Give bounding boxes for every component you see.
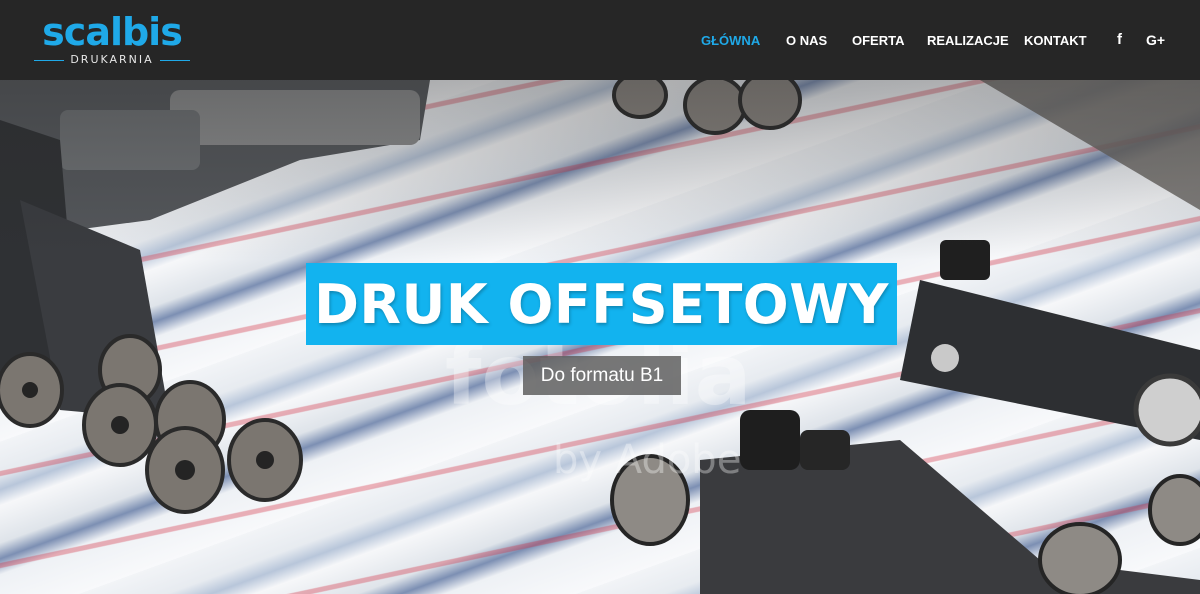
tagline-divider-right [159, 59, 191, 61]
hero-subheadline-box: Do formatu B1 [523, 356, 681, 395]
hero-subheadline: Do formatu B1 [540, 364, 664, 386]
nav-item-kontakt[interactable]: KONTAKT [1024, 33, 1087, 49]
nav-item-oferta[interactable]: OFERTA [852, 33, 904, 49]
hero-banner: fotolia by Adobe DRUK OFFSETOWY Do forma… [0, 80, 1200, 594]
tagline-divider-left [34, 59, 65, 61]
hero-headline: DRUK OFFSETOWY [314, 272, 889, 336]
nav-item-realizacje[interactable]: REALIZACJE [927, 33, 1009, 49]
brand-logo[interactable]: scalbis DRUKARNIA [34, 10, 191, 70]
nav-item-glowna[interactable]: GŁÓWNA [701, 33, 760, 49]
hero-headline-box: DRUK OFFSETOWY [306, 263, 897, 345]
brand-name: scalbis [42, 10, 183, 54]
google-plus-icon[interactable]: G+ [1146, 31, 1165, 49]
site-header: scalbis DRUKARNIA GŁÓWNA O NAS OFERTA RE… [0, 0, 1200, 80]
brand-tagline-row: DRUKARNIA [34, 53, 191, 67]
nav-item-o-nas[interactable]: O NAS [786, 33, 827, 49]
facebook-icon[interactable]: f [1117, 31, 1122, 49]
brand-tagline: DRUKARNIA [70, 53, 154, 66]
